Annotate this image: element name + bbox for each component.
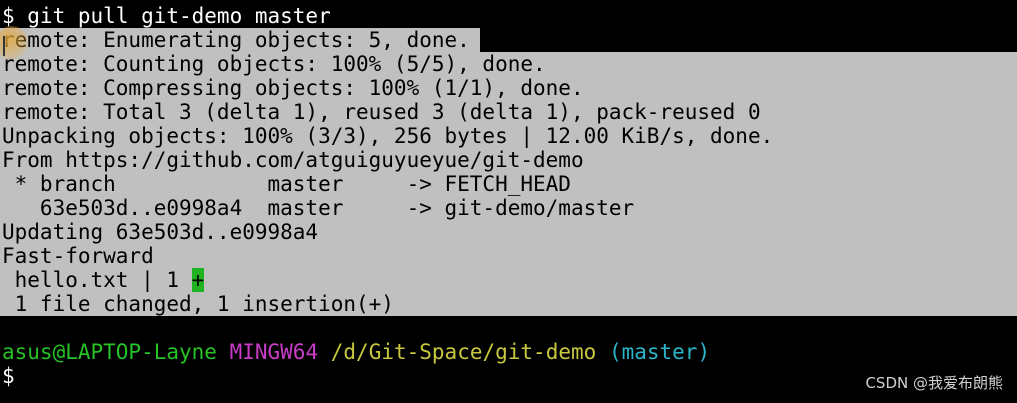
output-line: remote: Counting objects: 100% (5/5), do… bbox=[2, 52, 546, 76]
output-line: 63e503d..e0998a4 master -> git-demo/mast… bbox=[2, 196, 635, 220]
output-line: remote: Enumerating objects: 5, done. bbox=[2, 28, 470, 52]
input-prompt[interactable]: $ bbox=[2, 364, 15, 388]
prompt-branch: (master) bbox=[608, 340, 711, 364]
text-cursor-icon bbox=[3, 36, 5, 56]
command-line: $ git pull git-demo master bbox=[2, 4, 331, 28]
output-line: remote: Compressing objects: 100% (1/1),… bbox=[2, 76, 584, 100]
output-line: remote: Total 3 (delta 1), reused 3 (del… bbox=[2, 100, 761, 124]
output-line: * branch master -> FETCH_HEAD bbox=[2, 172, 571, 196]
output-line: From https://github.com/atguiguyueyue/gi… bbox=[2, 148, 584, 172]
prompt-path: /d/Git-Space/git-demo bbox=[330, 340, 597, 364]
output-line: Fast-forward bbox=[2, 244, 154, 268]
diffstat-line: hello.txt | 1 + bbox=[2, 268, 205, 292]
diffstat-file: hello.txt | 1 bbox=[2, 268, 192, 292]
prompt-env: MINGW64 bbox=[229, 340, 319, 364]
shell-prompt: asus@LAPTOP-Layne MINGW64 /d/Git-Space/g… bbox=[2, 340, 710, 364]
watermark: CSDN @我爱布朗熊 bbox=[865, 374, 1003, 392]
summary-line: 1 file changed, 1 insertion(+) bbox=[2, 292, 394, 316]
output-line: Updating 63e503d..e0998a4 bbox=[2, 220, 319, 244]
prompt-user-host: asus@LAPTOP-Layne bbox=[2, 340, 217, 364]
terminal-window[interactable]: $ git pull git-demo master remote: Enume… bbox=[0, 0, 1017, 403]
output-line: Unpacking objects: 100% (3/3), 256 bytes… bbox=[2, 124, 774, 148]
diff-add-marker: + bbox=[191, 268, 205, 292]
